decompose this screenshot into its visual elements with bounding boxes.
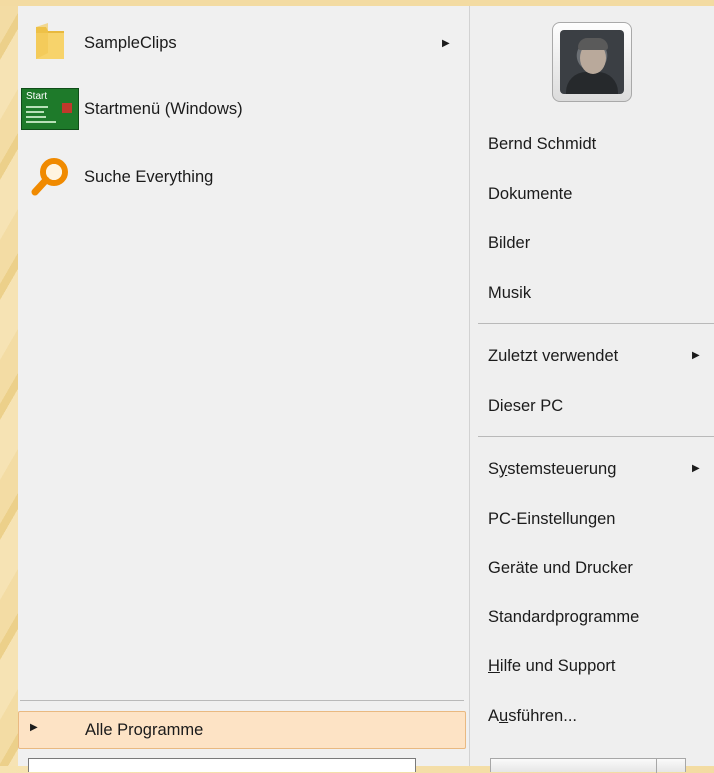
start-menu-places-pane: Bernd Schmidt Dokumente Bilder Musik Zul… [469, 6, 714, 773]
startmenu-app-icon: Start [21, 88, 79, 130]
places-item-label: PC-Einstellungen [488, 510, 616, 528]
places-item-bilder[interactable]: Bilder [470, 223, 714, 265]
submenu-arrow-icon: ▶ [692, 463, 700, 474]
places-item-label: Standardprogramme [488, 608, 640, 626]
everything-search-icon [31, 158, 68, 196]
program-label: Suche Everything [84, 167, 214, 186]
startmenu-icon-text: Start [26, 91, 48, 102]
submenu-arrow-icon: ▶ [442, 37, 450, 49]
search-input[interactable] [28, 758, 416, 772]
places-item-label: Bilder [488, 234, 531, 252]
places-item-musik[interactable]: Musik [470, 273, 714, 315]
user-avatar-button[interactable] [552, 22, 632, 102]
program-item-suche-everything[interactable]: Suche Everything [18, 147, 469, 207]
places-item-label: Hilfe und Support [488, 657, 616, 675]
places-item-dokumente[interactable]: Dokumente [470, 174, 714, 216]
places-item-hilfe-und-support[interactable]: Hilfe und Support [470, 646, 714, 688]
places-item-zuletzt-verwendet[interactable]: Zuletzt verwendet ▶ [470, 336, 714, 378]
divider [478, 323, 714, 324]
all-programs-button[interactable]: ▶ Alle Programme [18, 711, 466, 749]
program-label: Startmenü (Windows) [84, 99, 243, 118]
places-item-label: Zuletzt verwendet [488, 347, 619, 365]
places-item-label: Dokumente [488, 185, 573, 203]
user-name-item[interactable]: Bernd Schmidt [470, 124, 714, 166]
avatar [560, 30, 624, 94]
divider [20, 700, 464, 701]
all-programs-label: Alle Programme [85, 721, 204, 739]
folder-icon [36, 23, 64, 59]
places-item-label: Systemsteuerung [488, 460, 617, 478]
places-item-label: Geräte und Drucker [488, 559, 633, 577]
places-item-ausfuehren[interactable]: Ausführen... [470, 696, 714, 738]
shutdown-options-split[interactable] [656, 759, 657, 773]
desktop-background [0, 0, 18, 766]
divider [478, 436, 714, 437]
program-label: SampleClips [84, 33, 177, 52]
program-item-startmenu-windows[interactable]: Start Startmenü (Windows) [18, 79, 469, 139]
places-item-standardprogramme[interactable]: Standardprogramme [470, 597, 714, 639]
places-item-label: Dieser PC [488, 397, 564, 415]
program-item-sampleclips[interactable]: SampleClips ▶ [18, 13, 469, 73]
user-name-label: Bernd Schmidt [488, 135, 597, 153]
places-item-label: Ausführen... [488, 707, 577, 725]
places-item-pc-einstellungen[interactable]: PC-Einstellungen [470, 499, 714, 541]
places-item-systemsteuerung[interactable]: Systemsteuerung ▶ [470, 449, 714, 491]
places-item-geraete-und-drucker[interactable]: Geräte und Drucker [470, 548, 714, 590]
expand-arrow-icon: ▶ [30, 722, 38, 733]
submenu-arrow-icon: ▶ [692, 350, 700, 361]
places-item-dieser-pc[interactable]: Dieser PC [470, 386, 714, 428]
start-menu-programs-pane: SampleClips ▶ Start Startmenü (Windows) … [18, 6, 469, 772]
places-item-label: Musik [488, 284, 532, 302]
shutdown-button[interactable] [490, 758, 686, 773]
